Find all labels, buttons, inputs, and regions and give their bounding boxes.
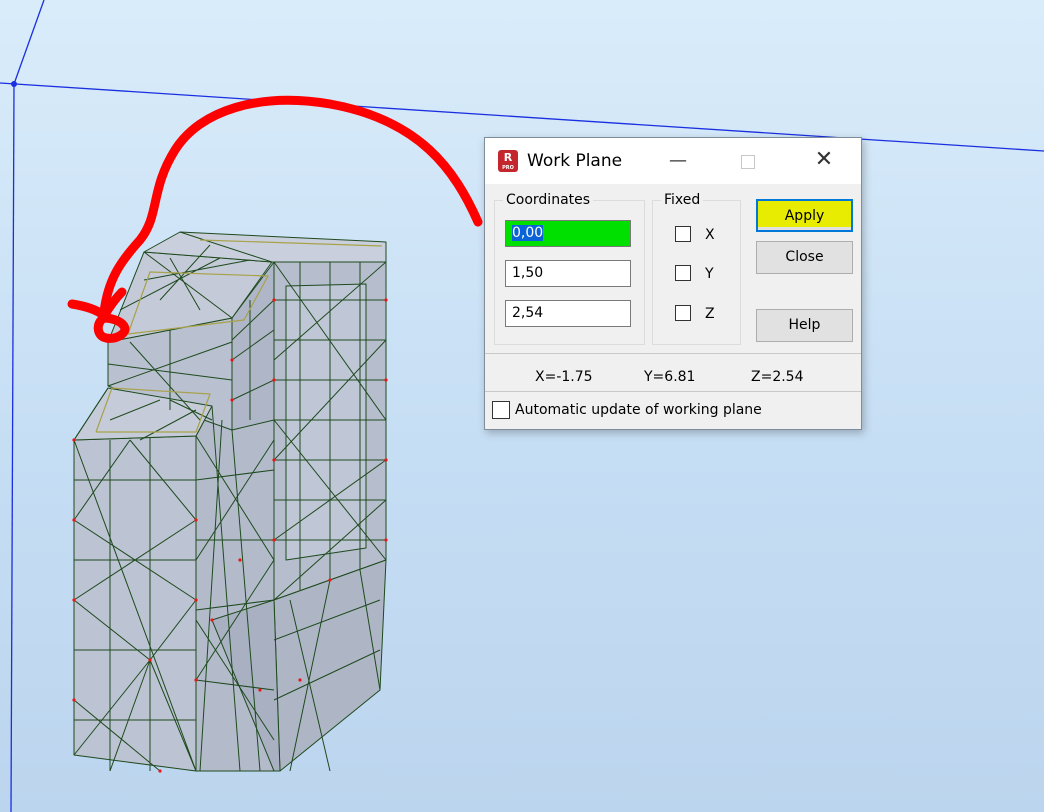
close-window-button[interactable]: ✕ [801,138,847,184]
fixed-z-label: Z [705,306,715,322]
fixed-label: Fixed [661,192,704,208]
coordinates-label: Coordinates [503,192,594,208]
readout-x: X=-1.75 [535,369,593,385]
maximize-icon [741,154,755,169]
fixed-z-checkbox[interactable] [675,305,691,321]
work-plane-dialog: R PRO Work Plane — ✕ Coordinates 0,00 1,5… [484,137,862,430]
apply-label: Apply [784,208,825,224]
fixed-y-checkbox[interactable] [675,265,691,281]
close-button[interactable]: Close [756,241,853,274]
coordinate-x-input[interactable]: 0,00 [505,220,631,247]
auto-update-checkbox[interactable] [492,401,510,419]
apply-button[interactable]: Apply [756,199,853,232]
coordinate-z-input[interactable]: 2,54 [505,300,631,327]
meshed-solid [73,231,387,772]
minimize-button[interactable]: — [655,138,701,184]
fixed-x-label: X [705,227,715,243]
help-button[interactable]: Help [756,309,853,342]
dialog-titlebar[interactable]: R PRO Work Plane — ✕ [485,138,861,184]
separator-top [485,353,861,354]
readout-y: Y=6.81 [644,369,696,385]
dialog-title: Work Plane [527,151,623,171]
app-icon: R PRO [498,150,518,172]
maximize-button[interactable] [725,138,771,184]
coordinate-x-value: 0,00 [512,225,544,241]
coordinate-y-input[interactable]: 1,50 [505,260,631,287]
readout-z: Z=2.54 [751,369,804,385]
origin-point [11,81,17,87]
fixed-group: Fixed [652,192,741,345]
separator-bottom [485,391,861,392]
fixed-x-checkbox[interactable] [675,226,691,242]
fixed-y-label: Y [705,266,714,282]
auto-update-label: Automatic update of working plane [515,402,762,418]
